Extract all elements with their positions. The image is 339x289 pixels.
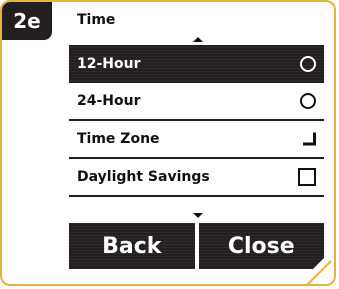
menu-item-label: Time Zone — [77, 131, 160, 147]
menu-item-label: 24-Hour — [77, 93, 141, 109]
menu-item-label: Daylight Savings — [77, 169, 210, 185]
button-bar: Back Close — [69, 223, 324, 269]
back-button[interactable]: Back — [69, 223, 195, 269]
menu-item-label: 12-Hour — [77, 56, 141, 72]
screen-title: Time — [77, 12, 116, 28]
radio-icon — [300, 56, 316, 72]
menu-item-daylight-savings[interactable]: Daylight Savings — [69, 159, 324, 197]
menu-item-time-zone[interactable]: Time Zone — [69, 121, 324, 159]
step-badge: 2e — [2, 2, 52, 40]
corner-fold — [296, 246, 334, 284]
menu-item-24-hour[interactable]: 24-Hour — [69, 83, 324, 121]
chevron-right-icon — [303, 132, 316, 146]
menu-list: 12-Hour 24-Hour Time Zone Daylight Savin… — [69, 45, 324, 197]
scroll-down-icon — [193, 213, 203, 218]
instruction-frame: 2e Time 12-Hour 24-Hour Time Zone Daylig… — [0, 0, 336, 286]
radio-icon — [300, 93, 316, 109]
device-screen: Time 12-Hour 24-Hour Time Zone Daylight … — [69, 7, 324, 269]
checkbox-icon[interactable] — [298, 168, 316, 186]
menu-item-12-hour[interactable]: 12-Hour — [69, 45, 324, 83]
scroll-up-icon — [193, 37, 203, 42]
